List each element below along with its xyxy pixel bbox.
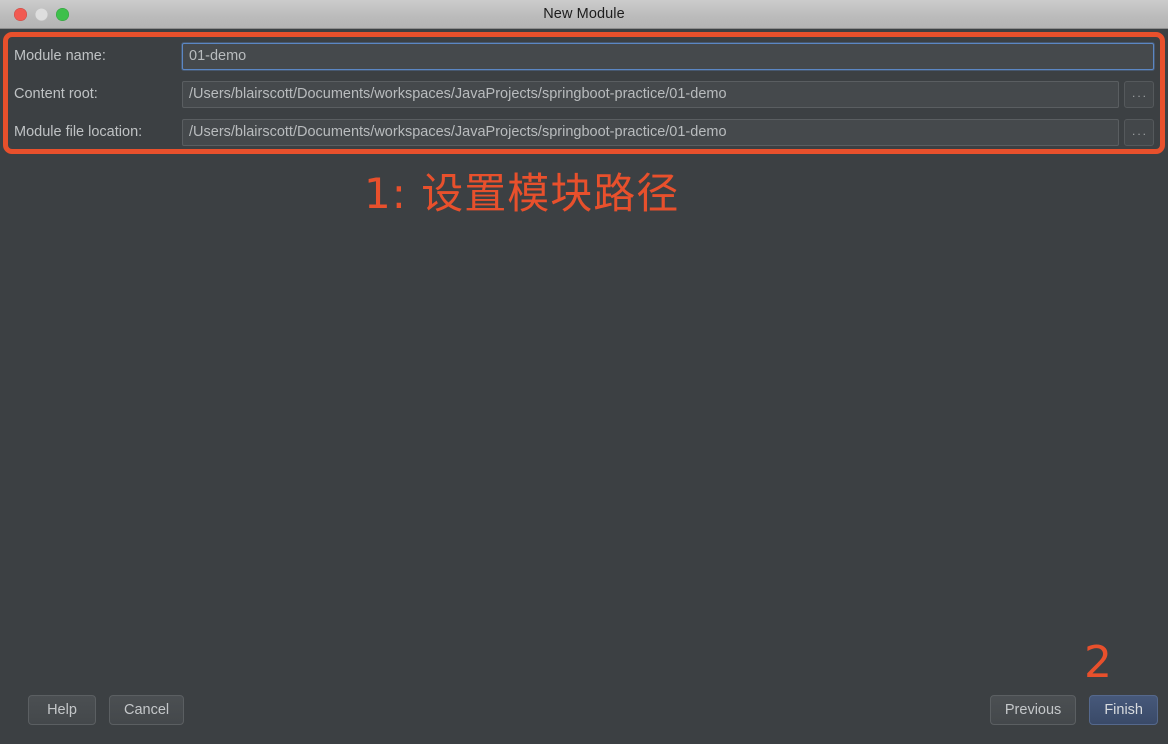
- module-file-location-browse-button[interactable]: ...: [1124, 118, 1154, 146]
- module-file-location-input[interactable]: [182, 118, 1119, 146]
- form-row-content-root: Content root: ...: [14, 79, 1154, 109]
- title-bar: New Module: [0, 0, 1168, 29]
- previous-button[interactable]: Previous: [989, 695, 1077, 725]
- minimize-window-icon[interactable]: [35, 8, 48, 21]
- module-name-label: Module name:: [14, 48, 106, 64]
- content-root-label: Content root:: [14, 86, 98, 102]
- step2-annotation-number: 2: [1084, 637, 1112, 688]
- cancel-button[interactable]: Cancel: [109, 695, 185, 725]
- close-window-icon[interactable]: [14, 8, 27, 21]
- window-title: New Module: [543, 6, 625, 22]
- form-row-module-file-location: Module file location: ...: [14, 117, 1154, 147]
- maximize-window-icon[interactable]: [56, 8, 69, 21]
- dialog-body: Module name: Content root: ... Module fi…: [0, 29, 1168, 744]
- module-form: Module name: Content root: ... Module fi…: [0, 29, 1168, 147]
- footer-left-buttons: Help Cancel: [28, 695, 185, 725]
- step1-annotation-text: 1: 设置模块路径: [364, 169, 680, 218]
- new-module-dialog: New Module Module name: Content root: ..…: [0, 0, 1168, 744]
- form-row-module-name: Module name:: [14, 41, 1154, 71]
- module-name-input[interactable]: [182, 42, 1154, 70]
- help-button[interactable]: Help: [28, 695, 96, 725]
- module-file-location-label: Module file location:: [14, 124, 143, 140]
- footer-right-buttons: Previous Finish: [989, 695, 1158, 725]
- content-root-input[interactable]: [182, 80, 1119, 108]
- content-root-browse-button[interactable]: ...: [1124, 80, 1154, 108]
- finish-button[interactable]: Finish: [1089, 695, 1158, 725]
- traffic-light-group: [14, 8, 69, 21]
